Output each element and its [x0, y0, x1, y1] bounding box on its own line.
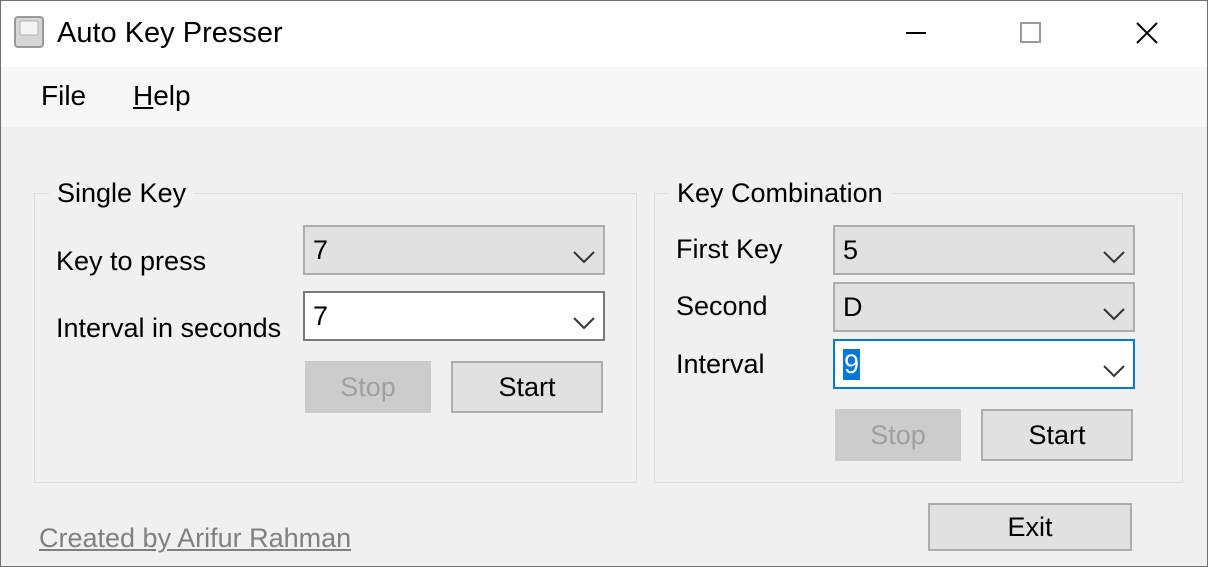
- maximize-icon[interactable]: [999, 13, 1063, 53]
- single-stop-button[interactable]: Stop: [305, 361, 431, 413]
- interval-seconds-value: 7: [313, 301, 329, 331]
- combination-interval-label: Interval: [676, 349, 765, 379]
- combination-interval-select[interactable]: 9: [833, 339, 1135, 389]
- second-key-label: Second: [676, 291, 768, 321]
- interval-seconds-select[interactable]: 7: [303, 291, 605, 341]
- window-title: Auto Key Presser: [57, 17, 283, 49]
- first-key-value: 5: [843, 235, 859, 265]
- chevron-down-icon: [1103, 297, 1125, 328]
- key-to-press-label: Key to press: [56, 246, 207, 276]
- menu-help-rest: elp: [153, 80, 191, 111]
- chevron-down-icon: [573, 306, 595, 337]
- credit-link[interactable]: Created by Arifur Rahman: [39, 523, 351, 554]
- close-icon[interactable]: [1115, 13, 1179, 53]
- combination-interval-value: 9: [843, 349, 861, 380]
- chevron-down-icon: [1103, 354, 1125, 385]
- app-window: Auto Key Presser File Help Single Key Ke…: [0, 0, 1208, 567]
- key-combination-legend: Key Combination: [669, 177, 891, 209]
- combination-start-button[interactable]: Start: [981, 409, 1133, 461]
- menu-bar: File Help: [1, 67, 1207, 127]
- first-key-select[interactable]: 5: [833, 225, 1135, 275]
- menu-help[interactable]: Help: [133, 80, 191, 112]
- second-key-value: D: [843, 292, 863, 322]
- first-key-label: First Key: [676, 234, 783, 264]
- minimize-icon[interactable]: [885, 13, 949, 53]
- menu-file[interactable]: File: [41, 80, 86, 112]
- title-bar[interactable]: Auto Key Presser: [1, 1, 1207, 67]
- key-to-press-value: 7: [313, 235, 329, 265]
- chevron-down-icon: [1103, 240, 1125, 271]
- exit-button[interactable]: Exit: [928, 503, 1132, 551]
- chevron-down-icon: [573, 240, 595, 271]
- keyboard-icon: [13, 15, 45, 49]
- interval-seconds-label: Interval in seconds: [56, 313, 282, 343]
- single-key-legend: Single Key: [49, 177, 195, 209]
- single-start-button[interactable]: Start: [451, 361, 603, 413]
- combination-stop-button[interactable]: Stop: [835, 409, 961, 461]
- key-to-press-select[interactable]: 7: [303, 225, 605, 275]
- menu-help-mnemonic: H: [133, 80, 154, 111]
- second-key-select[interactable]: D: [833, 282, 1135, 332]
